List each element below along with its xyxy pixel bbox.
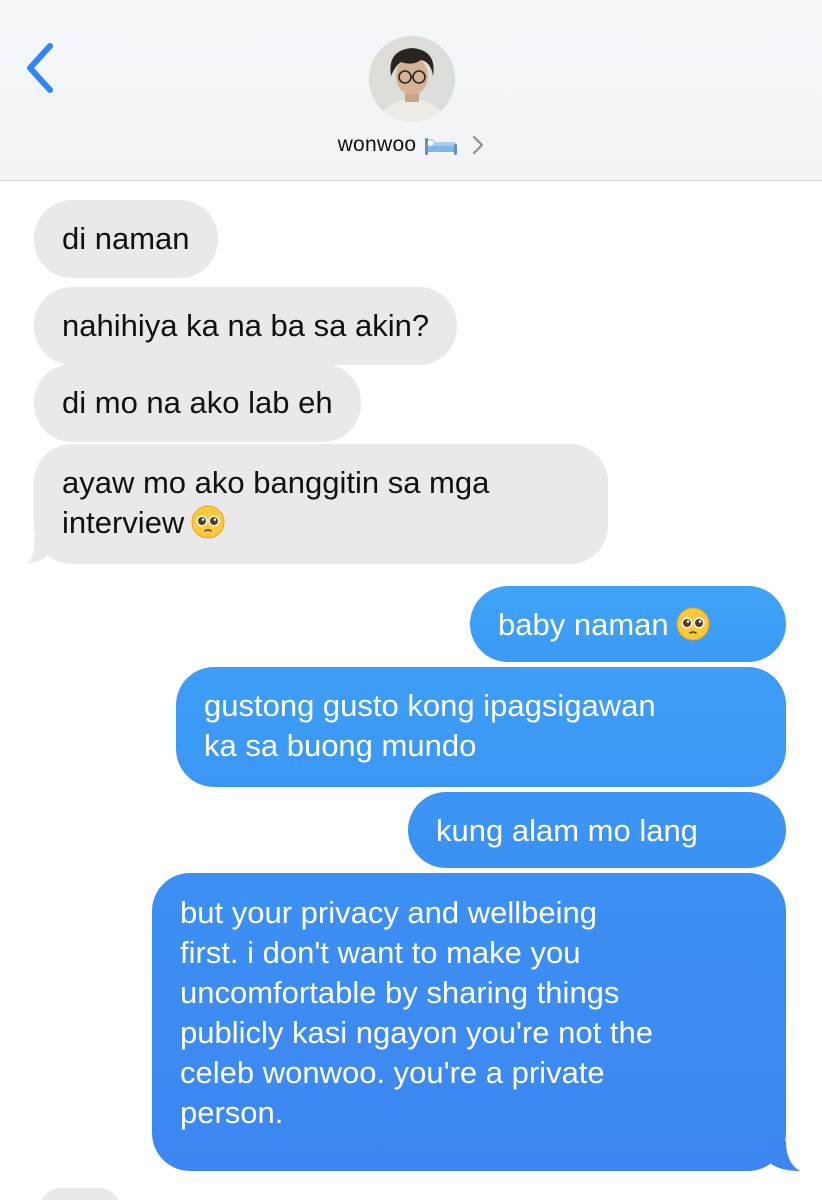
bubble-tail: [770, 1141, 800, 1171]
message-text-line: ayaw mo ako banggitin sa mga: [62, 465, 490, 500]
message-bubble-incoming[interactable]: ayaw mo ako banggitin sa mga interview: [34, 444, 608, 564]
bed-emoji-icon: [425, 138, 458, 155]
chevron-right-icon: [473, 135, 484, 155]
messages-screen: wonwoo di naman nahihiya ka na ba sa aki…: [0, 0, 822, 1200]
message-text-line: first. i don't want to make you: [180, 935, 581, 970]
contact-avatar[interactable]: [369, 36, 455, 122]
avatar-photo: [369, 36, 455, 122]
message-text-line: uncomfortable by sharing things: [180, 975, 620, 1010]
message-bubble-incoming[interactable]: nahihiya ka na ba sa akin?: [34, 287, 458, 365]
back-button[interactable]: [22, 40, 62, 96]
message-text: di mo na ako lab eh: [62, 385, 333, 420]
message-text-line: celeb wonwoo. you're a private: [180, 1055, 605, 1090]
message-text: di naman: [62, 221, 190, 256]
message-bubble-outgoing[interactable]: but your privacy and wellbeing first. i …: [152, 873, 786, 1171]
contact-info-button[interactable]: wonwoo: [0, 128, 822, 162]
message-bubble-incoming[interactable]: di mo na ako lab eh: [34, 364, 361, 442]
message-text-line: publicly kasi ngayon you're not the: [180, 1015, 653, 1050]
pleading-face-emoji-icon: [191, 505, 225, 539]
contact-name: wonwoo: [337, 133, 417, 156]
message-bubble-incoming-partial[interactable]: [40, 1188, 120, 1200]
bubble-tail: [26, 536, 48, 564]
message-bubble-outgoing[interactable]: kung alam mo lang: [408, 792, 786, 868]
chevron-left-icon: [27, 43, 53, 93]
message-bubble-outgoing[interactable]: gustong gusto kong ipagsigawan ka sa buo…: [176, 667, 786, 787]
message-text: interview: [62, 505, 185, 540]
message-text-line: gustong gusto kong ipagsigawan: [204, 688, 656, 723]
message-text-line: interview: [62, 503, 580, 543]
message-text-line: person.: [180, 1095, 284, 1130]
message-bubble-incoming[interactable]: di naman: [34, 200, 218, 278]
message-bubble-outgoing[interactable]: baby naman: [470, 586, 786, 662]
message-text: nahihiya ka na ba sa akin?: [62, 308, 430, 343]
message-text-line: ka sa buong mundo: [204, 728, 477, 763]
message-text: kung alam mo lang: [436, 813, 698, 848]
conversation-header: wonwoo: [0, 0, 822, 181]
pleading-face-emoji-icon: [676, 607, 710, 641]
message-text: baby naman: [498, 607, 669, 642]
message-text-line: but your privacy and wellbeing: [180, 895, 598, 930]
